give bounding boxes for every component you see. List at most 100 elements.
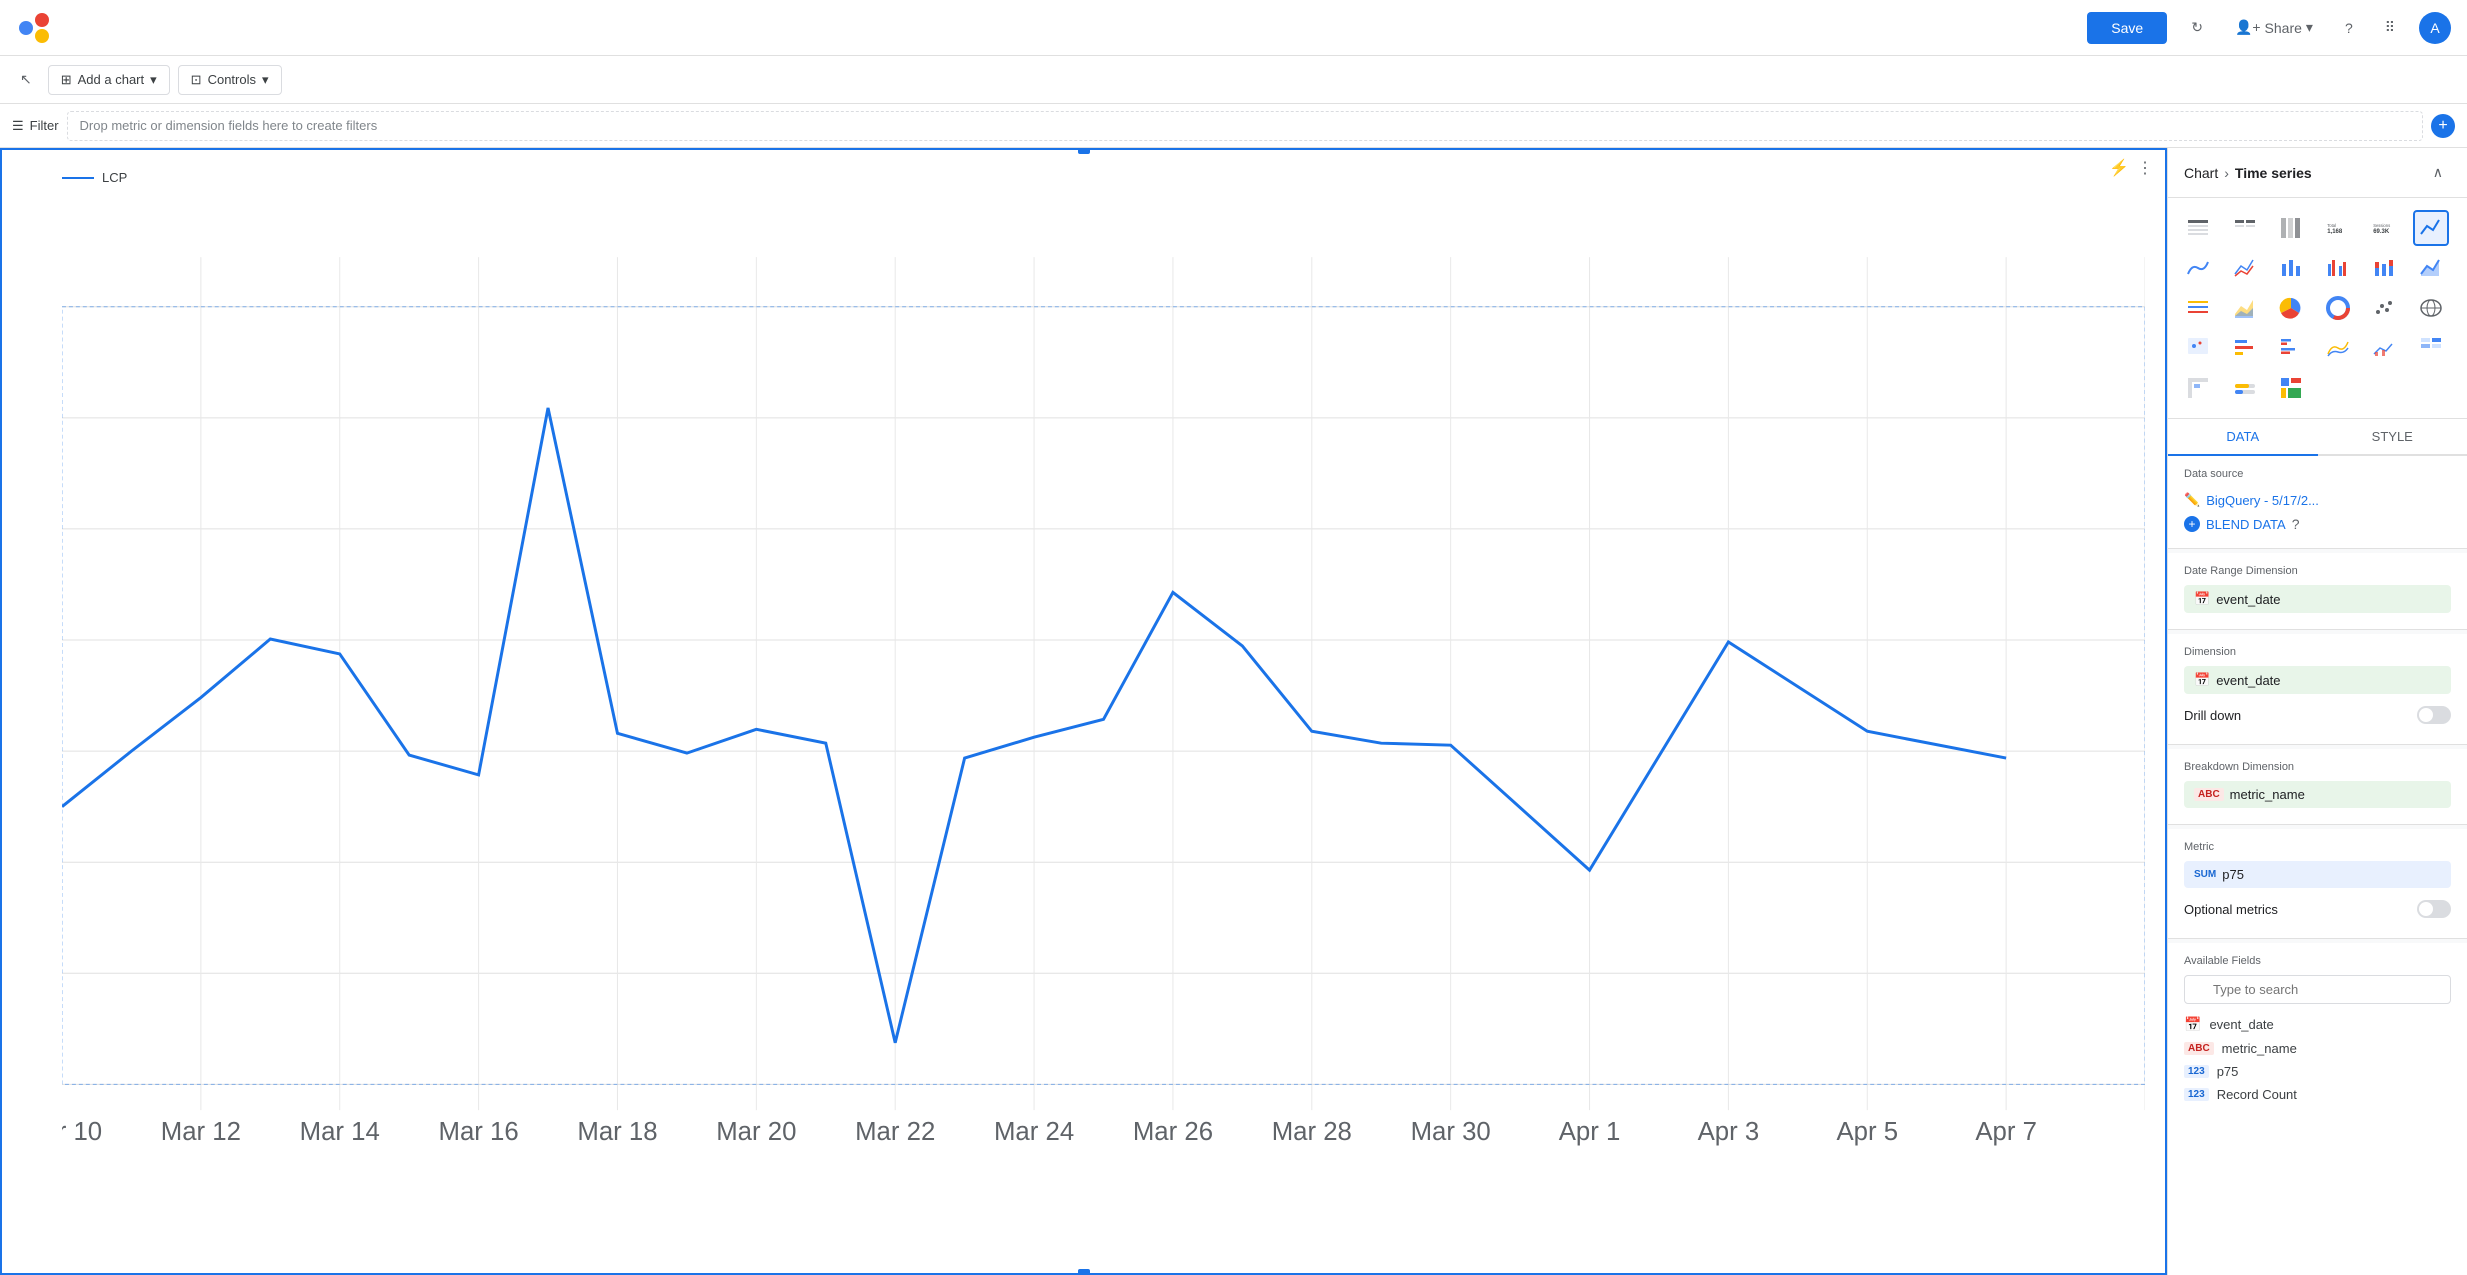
drill-down-label: Drill down <box>2184 708 2241 723</box>
chevron-down-icon: ▾ <box>150 72 157 88</box>
tab-style[interactable]: STYLE <box>2318 419 2467 456</box>
field-metric-name: metric_name <box>2222 1041 2297 1056</box>
chart-type-geo[interactable] <box>2180 330 2216 366</box>
chart-legend: LCP <box>62 170 2145 185</box>
chart-type-table2[interactable] <box>2227 210 2263 246</box>
chart-type-bar[interactable] <box>2273 250 2309 286</box>
dimension-section: Dimension 📅 event_date Drill down <box>2168 634 2467 745</box>
calendar-icon2: 📅 <box>2194 672 2210 688</box>
breakdown-field[interactable]: ABC metric_name <box>2184 781 2451 808</box>
optional-metrics-toggle[interactable] <box>2417 900 2451 918</box>
chart-type-bar-multi[interactable] <box>2320 250 2356 286</box>
chart-type-area[interactable] <box>2413 250 2449 286</box>
chart-type-area-multi[interactable] <box>2227 290 2263 326</box>
search-wrapper <box>2184 975 2451 1004</box>
chart-type-pivot[interactable] <box>2180 370 2216 406</box>
chart-type-bar-h[interactable] <box>2227 330 2263 366</box>
svg-text:Apr 1: Apr 1 <box>1559 1118 1621 1146</box>
date-range-field[interactable]: 📅 event_date <box>2184 585 2451 613</box>
filter-icon: ☰ <box>12 118 24 134</box>
top-nav: Save ↻ 👤+ Share ▾ ? ⠿ A <box>0 0 2467 56</box>
chart-type-combo[interactable] <box>2366 330 2402 366</box>
chart-type-table-heatmap[interactable] <box>2413 330 2449 366</box>
cursor-icon: ↖ <box>20 71 32 88</box>
chart-type-blocks[interactable] <box>2273 370 2309 406</box>
svg-text:Apr 5: Apr 5 <box>1836 1118 1898 1146</box>
datasource-name[interactable]: BigQuery - 5/17/2... <box>2206 493 2319 508</box>
share-button[interactable]: 👤+ Share ▾ <box>2227 15 2321 40</box>
breadcrumb-chart: Chart <box>2184 165 2218 181</box>
metric-field-name: p75 <box>2222 867 2244 882</box>
help-button[interactable]: ? <box>2337 16 2361 40</box>
metric-label: Metric <box>2184 841 2451 853</box>
select-tool-button[interactable]: ↖ <box>12 67 40 92</box>
chart-content: LCP <box>2 150 2165 1273</box>
chart-type-timeseries[interactable] <box>2413 210 2449 246</box>
optional-metrics-row: Optional metrics <box>2184 892 2451 926</box>
collapse-panel-button[interactable]: ∧ <box>2425 160 2451 185</box>
controls-label: Controls <box>208 72 256 87</box>
chart-type-bar-h2[interactable] <box>2273 330 2309 366</box>
chart-type-bar-stacked[interactable] <box>2366 250 2402 286</box>
breakdown-section: Breakdown Dimension ABC metric_name <box>2168 749 2467 825</box>
apps-icon: ⠿ <box>2385 19 2395 36</box>
toggle-thumb2 <box>2419 902 2433 916</box>
svg-text:Total: Total <box>2327 223 2336 228</box>
info-icon[interactable]: ? <box>2292 516 2300 532</box>
blend-data-label: BLEND DATA <box>2206 517 2286 532</box>
dimension-field[interactable]: 📅 event_date <box>2184 666 2451 694</box>
chart-type-stat-total[interactable]: Total1,168 <box>2320 210 2356 246</box>
chart-type-table1[interactable] <box>2180 210 2216 246</box>
filter-text: Filter <box>30 118 59 133</box>
resize-handle-top[interactable] <box>1078 148 1090 154</box>
drill-down-toggle[interactable] <box>2417 706 2451 724</box>
save-button[interactable]: Save <box>2087 12 2167 44</box>
panel-tabs: DATA STYLE <box>2168 419 2467 456</box>
chart-type-list[interactable] <box>2180 290 2216 326</box>
controls-button[interactable]: ⊡ Controls ▾ <box>178 65 282 95</box>
chevron-down-icon: ▾ <box>262 72 269 88</box>
dimension-label: Dimension <box>2184 646 2451 658</box>
chart-type-area-line[interactable] <box>2320 330 2356 366</box>
filter-add-button[interactable]: + <box>2431 114 2455 138</box>
svg-text:Mar 16: Mar 16 <box>438 1118 518 1146</box>
tab-data[interactable]: DATA <box>2168 419 2318 456</box>
search-field-input[interactable] <box>2184 975 2451 1004</box>
field-item-p75[interactable]: 123 p75 <box>2184 1060 2451 1083</box>
add-chart-button[interactable]: ⊞ Add a chart ▾ <box>48 65 170 95</box>
chart-type-smoothline[interactable] <box>2180 250 2216 286</box>
optional-metrics-label: Optional metrics <box>2184 902 2278 917</box>
add-chart-label: Add a chart <box>78 72 145 87</box>
svg-text:Mar 28: Mar 28 <box>1272 1118 1352 1146</box>
blend-data-button[interactable]: + BLEND DATA ? <box>2184 512 2451 536</box>
refresh-button[interactable]: ↻ <box>2183 15 2211 40</box>
chart-type-stat-sessions[interactable]: Sessions69.3K <box>2366 210 2402 246</box>
avatar[interactable]: A <box>2419 12 2451 44</box>
panel-header: Chart › Time series ∧ <box>2168 148 2467 198</box>
chart-type-grid: Total1,168 Sessions69.3K <box>2168 198 2467 419</box>
resize-handle-bottom[interactable] <box>1078 1269 1090 1275</box>
chart-type-scatter[interactable] <box>2366 290 2402 326</box>
legend-label: LCP <box>102 170 127 185</box>
field-item-metric-name[interactable]: ABC metric_name <box>2184 1037 2451 1060</box>
filter-label: ☰ Filter <box>12 118 59 134</box>
chart-type-pie[interactable] <box>2273 290 2309 326</box>
chart-type-progress[interactable] <box>2227 370 2263 406</box>
breakdown-label: Breakdown Dimension <box>2184 761 2451 773</box>
num-badge-p75: 123 <box>2184 1065 2209 1078</box>
chart-type-donut[interactable] <box>2320 290 2356 326</box>
chart-svg: 4K 3.8K 3.6K 3.4K 3.2K 3K 2.8K 2.6K Mar … <box>62 197 2145 1210</box>
field-item-record-count[interactable]: 123 Record Count <box>2184 1083 2451 1106</box>
chart-type-table3[interactable] <box>2273 210 2309 246</box>
toolbar: ↖ ⊞ Add a chart ▾ ⊡ Controls ▾ <box>0 56 2467 104</box>
chart-type-map[interactable] <box>2413 290 2449 326</box>
field-p75: p75 <box>2217 1064 2239 1079</box>
toggle-thumb <box>2419 708 2433 722</box>
chart-type-line-multi[interactable] <box>2227 250 2263 286</box>
field-item-event-date[interactable]: 📅 event_date <box>2184 1012 2451 1037</box>
metric-field[interactable]: SUM p75 <box>2184 861 2451 888</box>
filter-drop-area[interactable]: Drop metric or dimension fields here to … <box>67 111 2423 141</box>
right-panel: Chart › Time series ∧ Total1,168 <box>2167 148 2467 1275</box>
main-layout: ⚡ ⋮ LCP <box>0 148 2467 1275</box>
apps-button[interactable]: ⠿ <box>2377 15 2403 40</box>
